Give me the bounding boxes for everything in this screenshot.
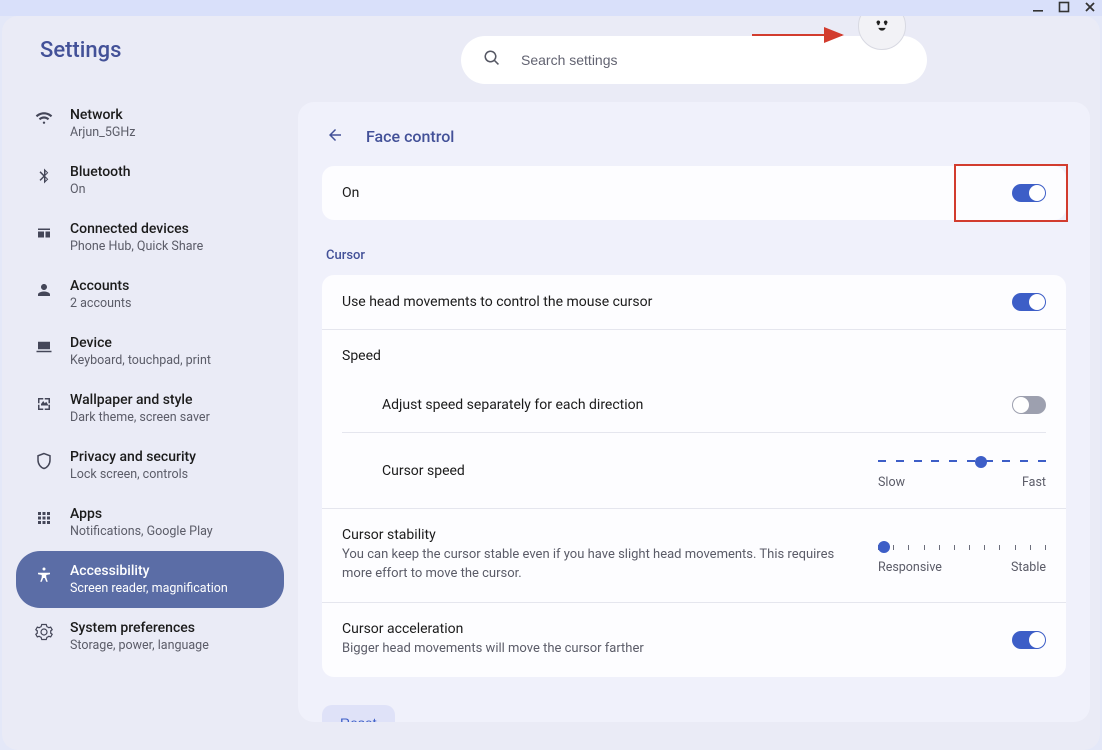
- stability-slider[interactable]: [878, 536, 1046, 556]
- head-movement-label: Use head movements to control the mouse …: [342, 294, 652, 310]
- speed-heading: Speed: [342, 348, 862, 364]
- accessibility-icon: [34, 565, 54, 585]
- search-bar[interactable]: [461, 36, 927, 84]
- main-panel: Face control On Cursor Use head movement…: [298, 16, 1100, 750]
- accel-toggle[interactable]: [1012, 631, 1046, 649]
- sidebar: Settings NetworkArjun_5GHz BluetoothOn C…: [2, 16, 298, 750]
- sidebar-item-connected-devices[interactable]: Connected devicesPhone Hub, Quick Share: [16, 209, 284, 266]
- gear-icon: [34, 622, 54, 642]
- adjust-sep-toggle[interactable]: [1012, 396, 1046, 414]
- cursor-section-label: Cursor: [322, 234, 1066, 275]
- sidebar-item-accounts[interactable]: Accounts2 accounts: [16, 266, 284, 323]
- wifi-icon: [34, 109, 54, 129]
- on-card: On: [322, 166, 1066, 220]
- sidebar-item-apps[interactable]: AppsNotifications, Google Play: [16, 494, 284, 551]
- on-toggle[interactable]: [1012, 184, 1046, 202]
- sidebar-item-bluetooth[interactable]: BluetoothOn: [16, 152, 284, 209]
- sidebar-item-label: Connected devices: [70, 221, 203, 237]
- reset-button[interactable]: Reset: [322, 705, 395, 722]
- app-title: Settings: [16, 38, 284, 95]
- sidebar-item-device[interactable]: DeviceKeyboard, touchpad, print: [16, 323, 284, 380]
- shield-icon: [34, 451, 54, 471]
- sidebar-item-accessibility[interactable]: AccessibilityScreen reader, magnificatio…: [16, 551, 284, 608]
- page-title: Face control: [366, 127, 454, 146]
- account-icon: [34, 280, 54, 300]
- minimize-button[interactable]: [1032, 1, 1044, 16]
- sidebar-item-label: Privacy and security: [70, 449, 196, 465]
- stability-title: Cursor stability: [342, 527, 862, 543]
- wallpaper-icon: [34, 394, 54, 414]
- on-label: On: [342, 185, 359, 201]
- sidebar-item-system[interactable]: System preferencesStorage, power, langua…: [16, 608, 284, 665]
- search-icon: [483, 49, 501, 71]
- accel-desc: Bigger head movements will move the curs…: [342, 640, 644, 659]
- sidebar-item-label: Apps: [70, 506, 213, 522]
- laptop-icon: [34, 337, 54, 357]
- sidebar-item-wallpaper[interactable]: Wallpaper and styleDark theme, screen sa…: [16, 380, 284, 437]
- sidebar-item-network[interactable]: NetworkArjun_5GHz: [16, 95, 284, 152]
- adjust-sep-label: Adjust speed separately for each directi…: [382, 397, 643, 413]
- sidebar-item-label: Network: [70, 107, 135, 123]
- sidebar-item-label: Bluetooth: [70, 164, 131, 180]
- sidebar-item-label: System preferences: [70, 620, 209, 636]
- devices-icon: [34, 223, 54, 243]
- accel-title: Cursor acceleration: [342, 621, 644, 637]
- sidebar-item-label: Device: [70, 335, 211, 351]
- apps-icon: [34, 508, 54, 528]
- breadcrumb: Face control: [322, 122, 1066, 166]
- bluetooth-icon: [34, 166, 54, 186]
- maximize-button[interactable]: [1058, 1, 1070, 16]
- stability-desc: You can keep the cursor stable even if y…: [342, 546, 862, 584]
- sidebar-item-label: Wallpaper and style: [70, 392, 210, 408]
- cursor-speed-slider[interactable]: [878, 451, 1046, 471]
- head-movement-toggle[interactable]: [1012, 293, 1046, 311]
- back-button[interactable]: [326, 126, 346, 146]
- arrow-annotation: [752, 25, 852, 45]
- sidebar-item-label: Accessibility: [70, 563, 228, 579]
- cursor-speed-label: Cursor speed: [382, 463, 465, 479]
- close-button[interactable]: [1084, 1, 1096, 16]
- search-input[interactable]: [521, 52, 905, 68]
- sidebar-item-privacy[interactable]: Privacy and securityLock screen, control…: [16, 437, 284, 494]
- sidebar-item-label: Accounts: [70, 278, 131, 294]
- cursor-card: Use head movements to control the mouse …: [322, 275, 1066, 677]
